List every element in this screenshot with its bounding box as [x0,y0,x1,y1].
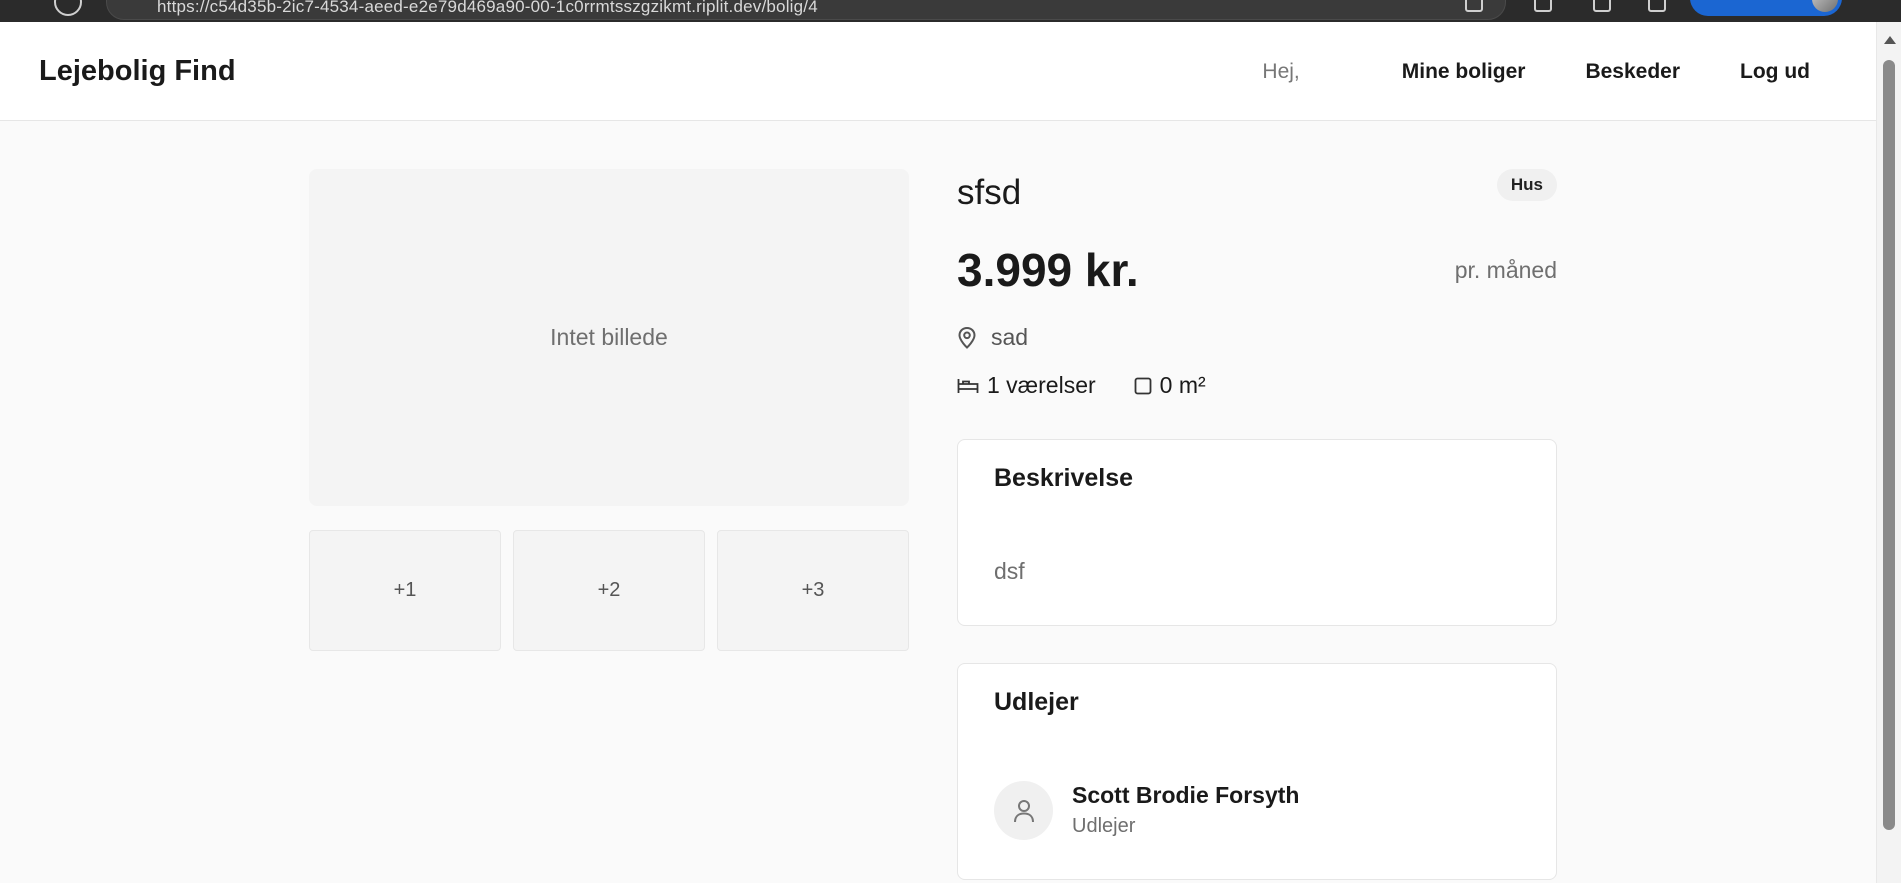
address-bar[interactable]: https://c54d35b-2ic7-4534-aeed-e2e79d469… [106,0,1506,20]
area-text: 0 m² [1159,372,1206,398]
page-scrollbar[interactable] [1876,22,1901,883]
scrollbar-thumb[interactable] [1883,60,1895,830]
profile-button[interactable] [1690,0,1842,16]
nav-messages-link[interactable]: Beskeder [1585,60,1680,84]
main-nav: Hej, Mine boliger Beskeder Log ud [1262,60,1810,84]
main-image-placeholder: Intet billede [309,169,909,506]
no-image-text: Intet billede [550,324,668,350]
listing-price: 3.999 kr. [957,244,1139,296]
rooms-text: 1 værelser [987,372,1096,398]
area-stat: 0 m² [1134,372,1206,399]
description-card: Beskrivelse dsf [957,439,1557,626]
profile-avatar [1812,0,1838,12]
listing-title: sfsd [957,173,1022,212]
rooms-stat: 1 værelser [957,372,1096,399]
landlord-role: Udlejer [1072,815,1136,837]
landlord-avatar [994,781,1053,840]
price-period: pr. måned [1454,257,1557,283]
browser-toolbar: https://c54d35b-2ic7-4534-aeed-e2e79d469… [0,0,1901,22]
description-text: dsf [994,558,1025,584]
listing-stats: 1 værelser 0 m² [957,372,1244,399]
bed-icon [957,378,979,393]
landlord-name[interactable]: Scott Brodie Forsyth [1072,782,1299,809]
user-icon [1013,799,1034,822]
description-heading: Beskrivelse [994,464,1134,492]
listing-location: sad [957,324,1028,351]
nav-logout-link[interactable]: Log ud [1740,60,1810,84]
property-type-badge: Hus [1496,169,1557,201]
address-bar-url: https://c54d35b-2ic7-4534-aeed-e2e79d469… [157,0,818,16]
thumbnail-2[interactable]: +2 [513,530,705,651]
thumbnail-strip: +1 +2 +3 [309,530,909,651]
nav-my-homes-link[interactable]: Mine boliger [1402,60,1526,84]
thumbnail-1[interactable]: +1 [309,530,501,651]
scroll-up-arrow-icon[interactable] [1884,36,1896,44]
reload-icon[interactable] [54,0,82,16]
extensions-icon[interactable] [1534,0,1552,12]
split-view-icon[interactable] [1593,0,1611,12]
greeting-text: Hej, [1262,60,1300,83]
location-text: sad [991,324,1029,350]
bookmark-icon[interactable] [1465,0,1483,12]
site-header: Lejebolig Find Hej, Mine boliger Beskede… [0,22,1876,121]
site-logo[interactable]: Lejebolig Find [39,55,236,88]
thumbnail-3[interactable]: +3 [717,530,909,651]
map-pin-icon [958,326,976,349]
favorites-icon[interactable] [1648,0,1666,12]
landlord-card: Udlejer Scott Brodie Forsyth Udlejer [957,663,1557,880]
square-icon [1134,377,1152,394]
landlord-heading: Udlejer [994,688,1079,716]
